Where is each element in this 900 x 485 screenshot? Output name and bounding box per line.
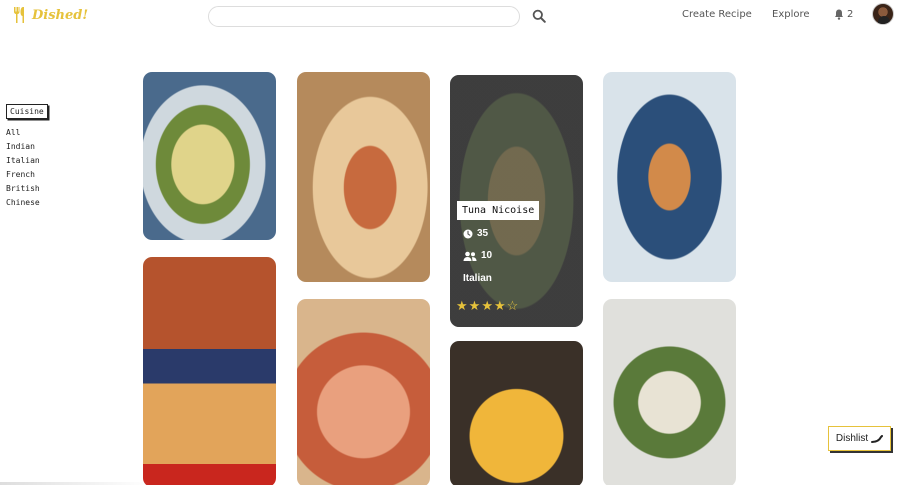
recipe-card[interactable] xyxy=(450,341,583,485)
brand-name: Dished! xyxy=(32,7,89,23)
clock-icon xyxy=(463,229,473,238)
explore-link[interactable]: Explore xyxy=(772,9,810,20)
recipe-card[interactable] xyxy=(297,72,430,282)
cuisine-filter: Cuisine All Indian Italian French Britis… xyxy=(6,104,48,210)
recipe-card[interactable] xyxy=(143,72,276,240)
star-outline-icon: ☆ xyxy=(506,298,519,313)
recipe-servings: 10 xyxy=(463,250,492,261)
recipe-time: 35 xyxy=(463,228,488,239)
fork-knife-icon xyxy=(14,7,24,23)
notifications-button[interactable]: 2 xyxy=(834,9,853,20)
recipe-cuisine: Italian xyxy=(463,273,492,284)
recipe-card[interactable] xyxy=(143,257,276,485)
cuisine-filter-title: Cuisine xyxy=(6,104,48,119)
avatar[interactable] xyxy=(872,3,894,25)
dishlist-button[interactable]: Dishlist xyxy=(828,426,891,451)
create-recipe-link[interactable]: Create Recipe xyxy=(682,9,752,20)
dishlist-label: Dishlist xyxy=(835,433,869,444)
search-input[interactable] xyxy=(209,7,519,27)
star-icon: ★ xyxy=(481,298,493,313)
recipe-rating: ★ ★ ★ ★ ☆ xyxy=(456,299,518,312)
star-icon: ★ xyxy=(493,298,506,313)
recipe-servings-value: 10 xyxy=(481,250,493,261)
sidebar-item-chinese[interactable]: Chinese xyxy=(6,196,48,210)
sidebar-item-italian[interactable]: Italian xyxy=(6,154,48,168)
sidebar-item-indian[interactable]: Indian xyxy=(6,140,48,154)
chili-icon xyxy=(871,434,884,443)
search-bar xyxy=(208,6,520,27)
brand-logo[interactable]: Dished! xyxy=(12,6,88,24)
star-icon: ★ xyxy=(456,298,468,313)
sidebar-item-french[interactable]: French xyxy=(6,168,48,182)
recipe-title: Tuna Nicoise xyxy=(457,201,540,220)
recipe-time-value: 35 xyxy=(477,228,489,239)
star-icon: ★ xyxy=(468,298,481,313)
recipe-card[interactable] xyxy=(297,299,430,485)
recipe-card-hovered[interactable]: Tuna Nicoise 35 10 Italian ★ ★ ★ ★ ☆ xyxy=(450,75,583,327)
sidebar-item-british[interactable]: British xyxy=(6,182,48,196)
recipe-card[interactable] xyxy=(603,299,736,485)
search-icon[interactable] xyxy=(532,9,546,23)
users-icon xyxy=(463,251,477,261)
bell-icon xyxy=(835,9,843,20)
recipe-card[interactable] xyxy=(603,72,736,282)
notification-count: 2 xyxy=(847,9,854,20)
sidebar-item-all[interactable]: All xyxy=(6,126,48,140)
